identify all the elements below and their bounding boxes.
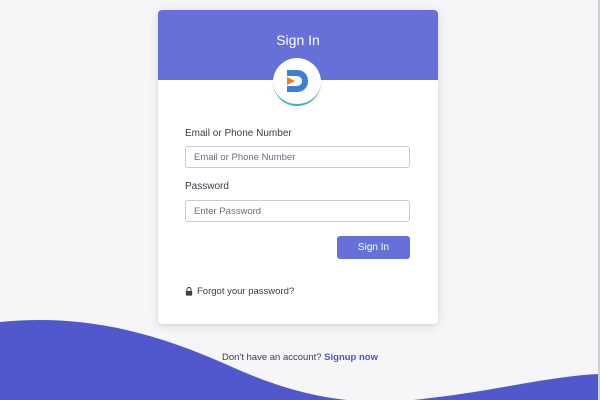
forgot-password-label: Forgot your password? bbox=[197, 286, 295, 297]
forgot-password-link[interactable]: Forgot your password? bbox=[185, 286, 294, 297]
lock-icon bbox=[185, 287, 193, 296]
signup-link[interactable]: Signup now bbox=[324, 352, 378, 363]
email-field[interactable] bbox=[185, 146, 410, 168]
password-field[interactable] bbox=[185, 200, 410, 222]
signin-page: Sign In Email or Phone Number Password S… bbox=[0, 0, 600, 400]
email-label: Email or Phone Number bbox=[185, 128, 292, 139]
signin-card: Sign In Email or Phone Number Password S… bbox=[158, 10, 438, 324]
signup-prompt-text: Don't have an account? bbox=[222, 352, 322, 363]
card-title: Sign In bbox=[276, 32, 320, 48]
signup-prompt: Don't have an account? Signup now bbox=[0, 352, 600, 363]
d-logo-icon bbox=[287, 70, 308, 92]
password-label: Password bbox=[185, 181, 229, 192]
signin-button[interactable]: Sign In bbox=[337, 236, 410, 259]
logo bbox=[273, 58, 321, 106]
